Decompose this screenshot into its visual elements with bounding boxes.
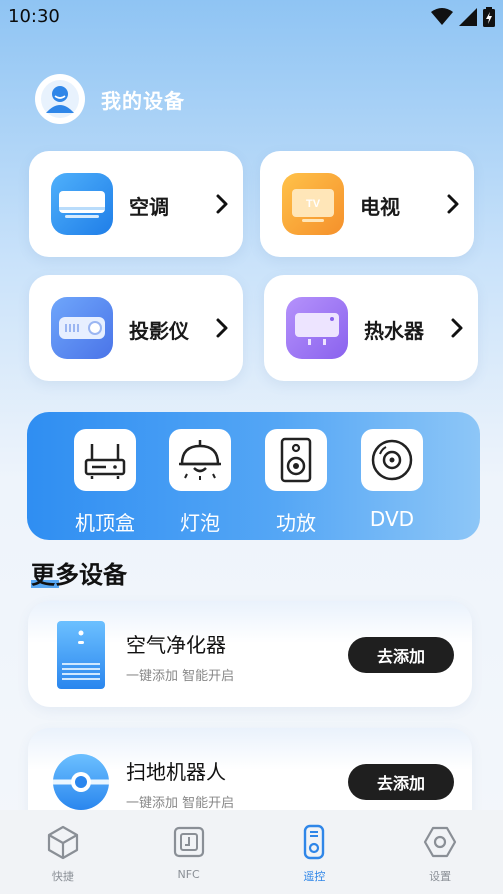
water-heater-icon <box>286 297 348 359</box>
battery-icon <box>483 7 495 27</box>
tab-settings[interactable]: 设置 <box>377 810 503 894</box>
profile-header[interactable]: 我的设备 <box>35 74 185 124</box>
lamp-icon <box>169 429 231 491</box>
disc-icon <box>361 429 423 491</box>
device-subtitle: 一键添加 智能开启 <box>126 796 235 811</box>
device-card-water-heater[interactable]: 热水器 <box>264 275 478 381</box>
device-label: 电视 <box>360 195 400 219</box>
device-label: 投影仪 <box>129 319 189 343</box>
tv-icon: TV <box>282 173 344 235</box>
tab-shortcut[interactable]: 快捷 <box>0 810 126 894</box>
section-title-text: 更多设备 <box>31 561 127 589</box>
chevron-right-icon <box>216 318 228 338</box>
more-device-card-air-purifier[interactable]: 空气净化器 一键添加 智能开启 去添加 <box>28 601 472 707</box>
quick-item-set-top-box[interactable]: 机顶盒 <box>65 429 145 536</box>
quick-label: DVD <box>369 507 415 531</box>
tab-remote[interactable]: 遥控 <box>252 810 378 894</box>
tab-label: 遥控 <box>303 870 326 883</box>
chevron-right-icon <box>216 194 228 214</box>
quick-item-dvd[interactable]: DVD <box>352 429 432 531</box>
status-time: 10:30 <box>8 6 60 27</box>
tab-label: NFC <box>177 868 200 881</box>
wifi-icon <box>431 8 453 25</box>
speaker-icon <box>265 429 327 491</box>
device-card-ac[interactable]: 空调 <box>29 151 243 257</box>
bottom-tab-bar: 快捷 NFC 遥控 设置 <box>0 810 503 894</box>
avatar[interactable] <box>35 74 85 124</box>
quick-item-bulb[interactable]: 灯泡 <box>160 429 240 536</box>
chevron-right-icon <box>451 318 463 338</box>
status-bar: 10:30 <box>0 0 503 34</box>
quick-item-amplifier[interactable]: 功放 <box>256 429 336 536</box>
device-title: 扫地机器人 <box>126 760 226 784</box>
chevron-right-icon <box>447 194 459 214</box>
air-purifier-icon <box>52 619 110 691</box>
page-title: 我的设备 <box>101 88 185 113</box>
cube-icon <box>47 825 78 860</box>
signal-icon <box>459 8 477 26</box>
tab-label: 快捷 <box>51 870 74 883</box>
status-icons <box>431 7 495 27</box>
projector-icon <box>51 297 113 359</box>
set-top-box-icon <box>74 429 136 491</box>
device-title: 空气净化器 <box>126 633 226 657</box>
add-robot-vacuum-button[interactable]: 去添加 <box>348 764 454 800</box>
tv-badge-text: TV <box>306 198 321 210</box>
quick-label: 灯泡 <box>180 511 220 535</box>
device-label: 空调 <box>129 195 169 219</box>
tab-nfc[interactable]: NFC <box>126 810 252 894</box>
user-avatar-icon <box>41 80 79 118</box>
quick-device-panel: 机顶盒 灯泡 功放 DVD <box>27 412 480 540</box>
device-card-tv[interactable]: TV 电视 <box>260 151 474 257</box>
quick-label: 机顶盒 <box>75 511 135 535</box>
tab-label: 设置 <box>429 870 452 883</box>
device-card-projector[interactable]: 投影仪 <box>29 275 243 381</box>
section-title: 更多设备 <box>31 555 127 590</box>
device-subtitle: 一键添加 智能开启 <box>126 669 235 684</box>
hexagon-icon <box>424 826 457 858</box>
nfc-icon <box>173 826 204 858</box>
air-conditioner-icon <box>51 173 113 235</box>
add-air-purifier-button[interactable]: 去添加 <box>348 637 454 673</box>
device-label: 热水器 <box>364 319 424 343</box>
remote-icon <box>304 824 325 860</box>
quick-label: 功放 <box>276 511 316 535</box>
